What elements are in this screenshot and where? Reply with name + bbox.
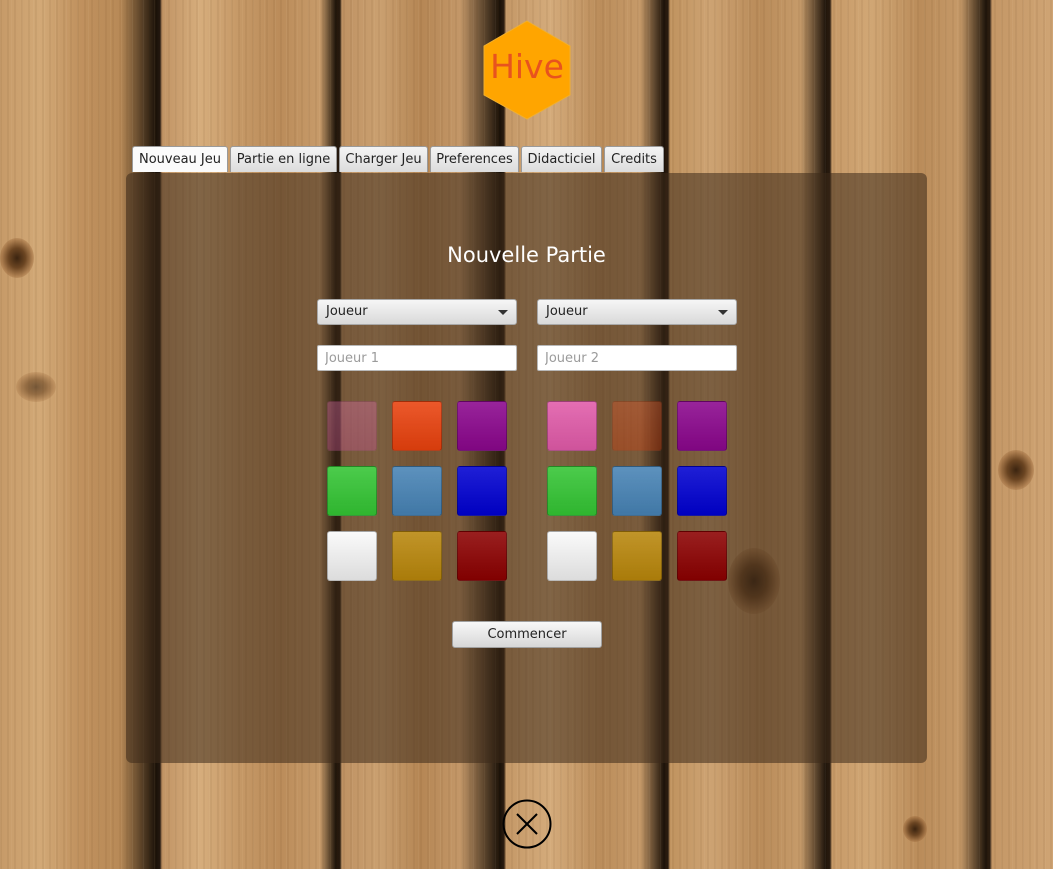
- close-button[interactable]: [502, 799, 554, 851]
- tab-preferences[interactable]: Preferences: [430, 146, 519, 172]
- chevron-down-icon: [718, 310, 728, 315]
- tab-partie-en-ligne[interactable]: Partie en ligne: [230, 146, 337, 172]
- player2-color-pink[interactable]: [547, 401, 597, 451]
- tab-charger-jeu[interactable]: Charger Jeu: [339, 146, 428, 172]
- wood-knot: [903, 816, 927, 842]
- wood-knot: [16, 372, 56, 402]
- player1-color-green[interactable]: [327, 466, 377, 516]
- player1-color-dark-red[interactable]: [457, 531, 507, 581]
- chevron-down-icon: [498, 310, 508, 315]
- close-circle-icon: [502, 799, 552, 849]
- hive-logo: Hive: [482, 20, 572, 120]
- player2-type-value: Joueur: [546, 304, 588, 319]
- player1-color-pink[interactable]: [327, 401, 377, 451]
- player1-color-blue[interactable]: [457, 466, 507, 516]
- player1-color-purple[interactable]: [457, 401, 507, 451]
- panel-title: Nouvelle Partie: [447, 243, 606, 267]
- player2-color-blue[interactable]: [677, 466, 727, 516]
- wood-knot: [998, 450, 1034, 490]
- tab-credits[interactable]: Credits: [604, 146, 664, 172]
- player1-color-orange-red[interactable]: [392, 401, 442, 451]
- player2-color-purple[interactable]: [677, 401, 727, 451]
- player2-color-white[interactable]: [547, 531, 597, 581]
- player1-type-select[interactable]: Joueur: [317, 299, 517, 325]
- player1-color-white[interactable]: [327, 531, 377, 581]
- player2-color-gold[interactable]: [612, 531, 662, 581]
- start-button[interactable]: Commencer: [452, 621, 602, 648]
- player2-color-green[interactable]: [547, 466, 597, 516]
- player2-type-select[interactable]: Joueur: [537, 299, 737, 325]
- logo-text: Hive: [490, 47, 564, 86]
- player2-color-steel-blue[interactable]: [612, 466, 662, 516]
- player2-color-dark-red[interactable]: [677, 531, 727, 581]
- tab-nouveau-jeu[interactable]: Nouveau Jeu: [132, 146, 228, 172]
- tab-didacticiel[interactable]: Didacticiel: [521, 146, 602, 172]
- player1-name-input[interactable]: [317, 345, 517, 371]
- player2-name-input[interactable]: [537, 345, 737, 371]
- player1-color-steel-blue[interactable]: [392, 466, 442, 516]
- player2-color-orange-red[interactable]: [612, 401, 662, 451]
- player1-color-gold[interactable]: [392, 531, 442, 581]
- player1-type-value: Joueur: [326, 304, 368, 319]
